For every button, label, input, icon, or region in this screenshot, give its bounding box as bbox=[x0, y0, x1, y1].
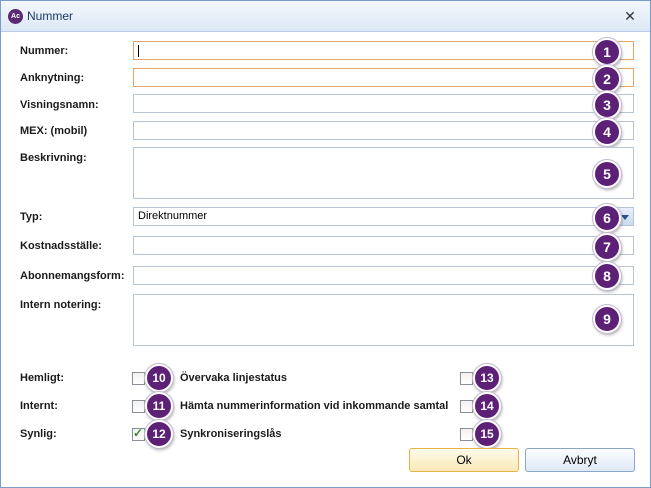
overvaka-linjestatus-checkbox[interactable] bbox=[460, 372, 473, 385]
callout-badge-7: 7 bbox=[593, 233, 621, 261]
mex-input[interactable] bbox=[133, 121, 634, 140]
beskrivning-textarea[interactable] bbox=[133, 147, 634, 199]
hemligt-checkbox[interactable] bbox=[132, 372, 145, 385]
callout-badge-10: 10 bbox=[145, 364, 173, 392]
title-bar[interactable]: Ac Nummer ✕ bbox=[1, 1, 650, 32]
callout-badge-6: 6 bbox=[593, 204, 621, 232]
internt-checkbox[interactable] bbox=[132, 400, 145, 413]
callout-badge-3: 3 bbox=[593, 91, 621, 119]
typ-select[interactable]: Direktnummer bbox=[133, 207, 634, 226]
beskrivning-label: Beskrivning: bbox=[20, 152, 87, 164]
mex-label: MEX: (mobil) bbox=[20, 125, 88, 137]
callout-badge-8: 8 bbox=[593, 262, 621, 290]
synlig-label: Synlig: bbox=[20, 428, 57, 440]
close-icon[interactable]: ✕ bbox=[622, 8, 638, 24]
dialog-window: Ac Nummer ✕ Nummer: 1 Anknytning: 2 Visn… bbox=[0, 0, 651, 488]
window-title: Nummer bbox=[27, 9, 74, 23]
callout-badge-11: 11 bbox=[145, 392, 173, 420]
nummer-input[interactable] bbox=[133, 41, 634, 60]
text-caret bbox=[138, 45, 139, 57]
callout-badge-13: 13 bbox=[473, 364, 501, 392]
form-area: Nummer: 1 Anknytning: 2 Visningsnamn: 3 … bbox=[1, 32, 650, 487]
callout-badge-12: 12 bbox=[145, 420, 173, 448]
synkroniseringslas-checkbox[interactable] bbox=[460, 428, 473, 441]
kostnadsstalle-label: Kostnadsställe: bbox=[20, 240, 102, 252]
callout-badge-15: 15 bbox=[473, 420, 501, 448]
anknytning-label: Anknytning: bbox=[20, 72, 85, 84]
kostnadsstalle-input[interactable] bbox=[133, 236, 634, 255]
app-icon: Ac bbox=[8, 9, 23, 24]
ok-button[interactable]: Ok bbox=[409, 448, 519, 472]
intern-notering-label: Intern notering: bbox=[20, 299, 102, 311]
callout-badge-14: 14 bbox=[473, 392, 501, 420]
intern-notering-textarea[interactable] bbox=[133, 294, 634, 346]
synkroniseringslas-label: Synkroniseringslås bbox=[180, 428, 282, 440]
callout-badge-4: 4 bbox=[593, 118, 621, 146]
synlig-checkbox[interactable] bbox=[132, 426, 145, 441]
anknytning-input[interactable] bbox=[133, 68, 634, 87]
internt-label: Internt: bbox=[20, 400, 58, 412]
visningsnamn-label: Visningsnamn: bbox=[20, 99, 99, 111]
callout-badge-2: 2 bbox=[593, 65, 621, 93]
callout-badge-5: 5 bbox=[593, 160, 621, 188]
callout-badge-9: 9 bbox=[593, 305, 621, 333]
hamta-nummerinformation-checkbox[interactable] bbox=[460, 400, 473, 413]
visningsnamn-input[interactable] bbox=[133, 94, 634, 113]
abonnemangsform-label: Abonnemangsform: bbox=[20, 270, 125, 282]
cancel-button[interactable]: Avbryt bbox=[525, 448, 635, 472]
abonnemangsform-input[interactable] bbox=[133, 266, 634, 285]
hamta-nummerinformation-label: Hämta nummerinformation vid inkommande s… bbox=[180, 400, 449, 412]
hemligt-label: Hemligt: bbox=[20, 372, 64, 384]
nummer-label: Nummer: bbox=[20, 45, 69, 57]
callout-badge-1: 1 bbox=[593, 38, 621, 66]
typ-label: Typ: bbox=[20, 211, 43, 223]
overvaka-linjestatus-label: Övervaka linjestatus bbox=[180, 372, 288, 384]
typ-selected-value: Direktnummer bbox=[138, 210, 208, 222]
